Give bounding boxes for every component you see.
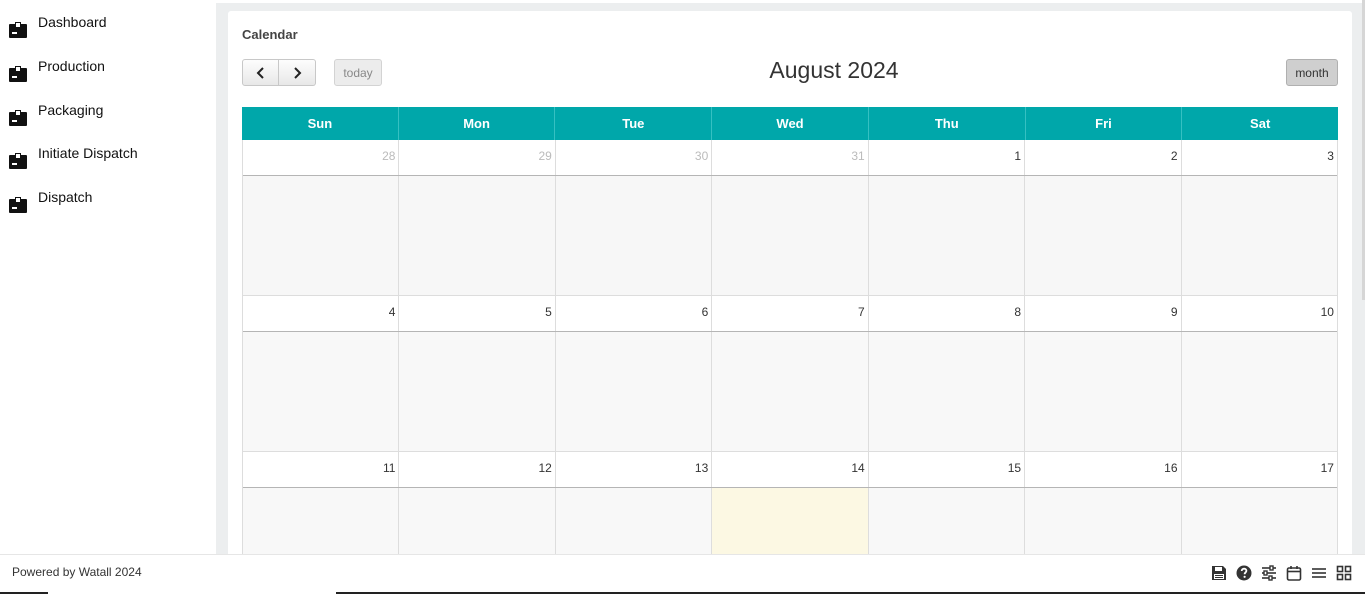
nav-button-group bbox=[242, 59, 316, 86]
day-number[interactable]: 9 bbox=[1025, 296, 1182, 331]
day-number[interactable]: 8 bbox=[868, 296, 1026, 331]
sidebar-item-production[interactable]: Production bbox=[0, 58, 216, 88]
day-number[interactable]: 2 bbox=[1025, 140, 1182, 175]
day-number[interactable]: 7 bbox=[712, 296, 869, 331]
day-number[interactable]: 12 bbox=[399, 452, 556, 487]
card-title: Calendar bbox=[242, 27, 298, 42]
day-number[interactable]: 6 bbox=[555, 296, 713, 331]
calendar-card: Calendar today August 2024 month Sun Mon… bbox=[228, 11, 1352, 571]
save-icon[interactable] bbox=[1210, 564, 1228, 582]
sidebar-item-label: Production bbox=[38, 58, 105, 74]
day-number[interactable]: 4 bbox=[243, 296, 400, 331]
day-number[interactable]: 29 bbox=[399, 140, 556, 175]
chevron-right-icon bbox=[294, 66, 302, 79]
day-cell[interactable] bbox=[1181, 176, 1337, 295]
calendar-icon[interactable] bbox=[1285, 564, 1303, 582]
calendar-grid: Sun Mon Tue Wed Thu Fri Sat 28 29 30 31 … bbox=[242, 107, 1338, 571]
day-number[interactable]: 30 bbox=[555, 140, 713, 175]
day-number[interactable]: 31 bbox=[712, 140, 869, 175]
calendar-week: 28 29 30 31 1 2 3 bbox=[242, 140, 1338, 296]
sidebar-item-dashboard[interactable]: Dashboard bbox=[0, 14, 216, 44]
footer-text: Powered by Watall 2024 bbox=[12, 565, 142, 579]
day-number[interactable]: 13 bbox=[555, 452, 713, 487]
sidebar-item-label: Dashboard bbox=[38, 14, 107, 30]
box-icon bbox=[9, 22, 27, 38]
month-title: August 2024 bbox=[769, 57, 899, 83]
day-cell[interactable] bbox=[243, 176, 400, 295]
day-cell[interactable] bbox=[868, 176, 1026, 295]
day-number[interactable]: 10 bbox=[1181, 296, 1337, 331]
day-number[interactable]: 17 bbox=[1181, 452, 1337, 487]
sidebar-item-initiate-dispatch[interactable]: Initiate Dispatch bbox=[0, 145, 216, 175]
grid-icon[interactable] bbox=[1335, 564, 1353, 582]
day-header: Thu bbox=[869, 107, 1026, 140]
content-topbar bbox=[216, 0, 1365, 3]
footer-toolbar bbox=[1210, 564, 1353, 582]
day-cell[interactable] bbox=[1025, 176, 1182, 295]
box-icon bbox=[9, 66, 27, 82]
chevron-left-icon bbox=[256, 66, 264, 79]
day-number[interactable]: 1 bbox=[868, 140, 1026, 175]
sidebar-item-label: Dispatch bbox=[38, 189, 93, 205]
next-month-button[interactable] bbox=[279, 59, 316, 86]
day-header: Wed bbox=[712, 107, 869, 140]
day-number[interactable]: 11 bbox=[243, 452, 400, 487]
sidebar-item-label: Initiate Dispatch bbox=[38, 145, 138, 161]
day-cell[interactable] bbox=[243, 332, 400, 451]
box-icon bbox=[9, 110, 27, 126]
day-number[interactable]: 15 bbox=[868, 452, 1026, 487]
menu-icon[interactable] bbox=[1310, 564, 1328, 582]
prev-month-button[interactable] bbox=[242, 59, 279, 86]
day-header: Sun bbox=[242, 107, 399, 140]
sidebar-item-dispatch[interactable]: Dispatch bbox=[0, 189, 216, 219]
day-number[interactable]: 5 bbox=[399, 296, 556, 331]
sidebar: Dashboard Production Packaging Initiate … bbox=[0, 0, 216, 554]
day-cell[interactable] bbox=[1025, 332, 1182, 451]
day-cell[interactable] bbox=[1181, 332, 1337, 451]
day-cell[interactable] bbox=[555, 332, 713, 451]
sidebar-item-packaging[interactable]: Packaging bbox=[0, 102, 216, 132]
month-view-button[interactable]: month bbox=[1286, 59, 1338, 86]
day-header: Tue bbox=[555, 107, 713, 140]
day-header: Fri bbox=[1026, 107, 1183, 140]
today-button[interactable]: today bbox=[334, 59, 382, 86]
box-icon bbox=[9, 153, 27, 169]
day-header: Sat bbox=[1250, 116, 1271, 131]
day-header: Mon bbox=[399, 107, 556, 140]
day-cell[interactable] bbox=[868, 332, 1026, 451]
day-number[interactable]: 3 bbox=[1181, 140, 1337, 175]
day-cell[interactable] bbox=[399, 176, 556, 295]
day-number[interactable]: 16 bbox=[1025, 452, 1182, 487]
sidebar-item-label: Packaging bbox=[38, 102, 104, 118]
footer: Powered by Watall 2024 bbox=[0, 554, 1365, 594]
sliders-icon[interactable] bbox=[1260, 564, 1278, 582]
day-cell[interactable] bbox=[399, 332, 556, 451]
day-cell[interactable] bbox=[712, 332, 869, 451]
calendar-week: 4 5 6 7 8 9 10 bbox=[242, 296, 1338, 452]
help-icon[interactable] bbox=[1235, 564, 1253, 582]
day-number[interactable]: 28 bbox=[243, 140, 400, 175]
day-cell[interactable] bbox=[555, 176, 713, 295]
box-icon bbox=[9, 197, 27, 213]
day-number[interactable]: 14 bbox=[712, 452, 869, 487]
day-cell[interactable] bbox=[712, 176, 869, 295]
day-header-row: Sun Mon Tue Wed Thu Fri Sat bbox=[242, 107, 1338, 140]
